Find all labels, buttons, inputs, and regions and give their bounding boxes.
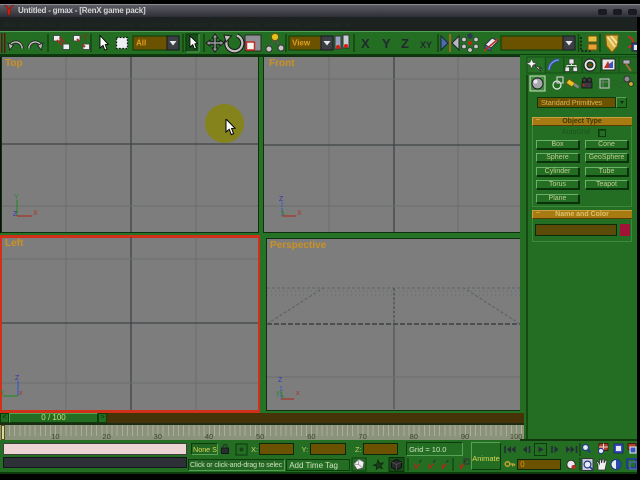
svg-text:Z:: Z: [355,445,362,454]
svg-text:Z: Z [401,36,409,51]
svg-text:View: View [292,39,311,48]
svg-text:Z: Z [278,377,283,384]
svg-text:All: All [136,39,146,48]
svg-text:y: y [276,390,280,397]
svg-text:x: x [296,390,300,397]
svg-text:X: X [361,36,370,51]
svg-text:Y: Y [382,36,391,51]
svg-text:X: X [297,210,302,217]
svg-text:Z: Z [279,196,284,203]
svg-text:Z: Z [15,375,20,382]
svg-text:x: x [19,390,23,397]
svg-text:X:: X: [251,445,258,454]
svg-text:X: X [33,210,38,217]
svg-text:Y:: Y: [302,445,309,454]
svg-text:Y: Y [14,194,19,201]
svg-text:Y: Y [0,390,5,397]
svg-text:Z: Z [13,211,18,218]
svg-text:XY: XY [420,40,432,50]
